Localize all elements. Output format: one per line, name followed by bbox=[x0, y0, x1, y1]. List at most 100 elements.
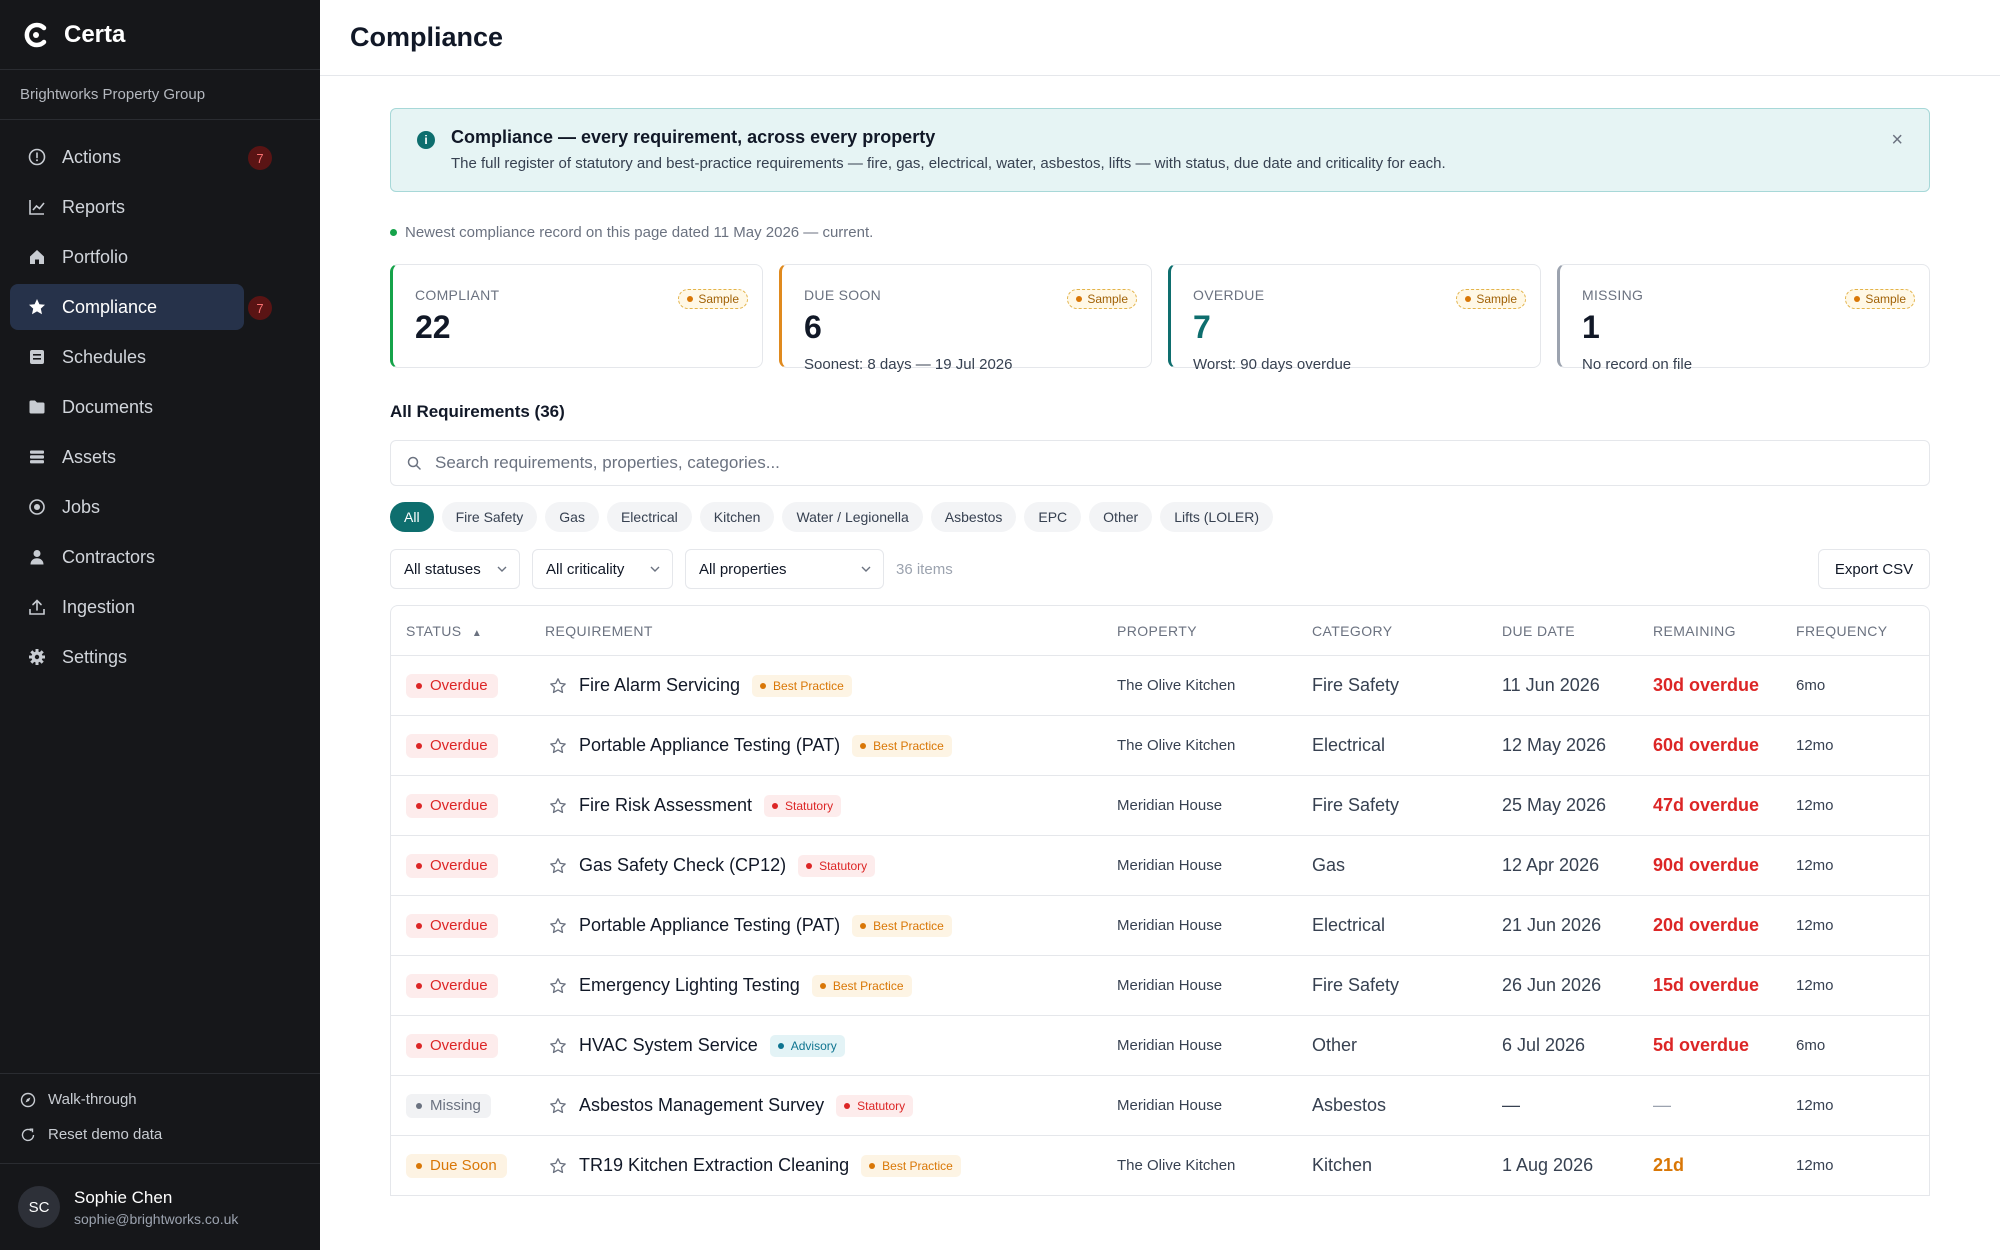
table-row[interactable]: Overdue HVAC System Service Advisory Meridi… bbox=[391, 1016, 1929, 1076]
criticality-tag: Best Practice bbox=[811, 974, 912, 997]
col-category[interactable]: CATEGORY bbox=[1312, 623, 1502, 639]
requirement-name[interactable]: Fire Risk Assessment bbox=[579, 795, 752, 816]
chip-other[interactable]: Other bbox=[1089, 502, 1153, 532]
status-badge: Overdue bbox=[406, 853, 498, 878]
chevron-down-icon bbox=[650, 566, 660, 572]
col-property[interactable]: PROPERTY bbox=[1117, 623, 1312, 639]
requirement-name[interactable]: Emergency Lighting Testing bbox=[579, 975, 800, 996]
close-icon[interactable]: × bbox=[1891, 129, 1903, 152]
remaining-cell: 15d overdue bbox=[1653, 975, 1760, 995]
criticality-tag: Best Practice bbox=[861, 1154, 961, 1177]
status-cell: Due Soon bbox=[391, 1153, 545, 1178]
stat-subtext: No record on file bbox=[1582, 356, 1693, 373]
star-outline-icon[interactable] bbox=[549, 737, 567, 755]
nav-item-compliance[interactable]: Compliance 7 bbox=[10, 284, 272, 330]
nav-item-settings[interactable]: Settings bbox=[10, 634, 310, 680]
table-row[interactable]: Overdue Fire Risk Assessment Statutory Meri… bbox=[391, 776, 1929, 836]
star-outline-icon[interactable] bbox=[549, 797, 567, 815]
reset-demo-link[interactable]: Reset demo data bbox=[0, 1117, 320, 1152]
stat-card-compliant[interactable]: COMPLIANT 22 Sample bbox=[390, 264, 763, 368]
requirement-name[interactable]: Gas Safety Check (CP12) bbox=[579, 855, 786, 876]
chip-all[interactable]: All bbox=[390, 502, 434, 532]
chip-fire-safety[interactable]: Fire Safety bbox=[441, 502, 538, 532]
stat-value: 6 bbox=[804, 309, 822, 345]
requirements-table: STATUS ▲ REQUIREMENT PROPERTY CATEGORY D… bbox=[390, 605, 1930, 1196]
col-remaining[interactable]: REMAINING bbox=[1653, 623, 1796, 639]
table-row[interactable]: Missing Asbestos Management Survey Statuto… bbox=[391, 1076, 1929, 1136]
status-filter-select[interactable]: All statuses bbox=[390, 549, 520, 589]
star-outline-icon[interactable] bbox=[549, 917, 567, 935]
star-outline-icon[interactable] bbox=[549, 857, 567, 875]
nav-item-documents[interactable]: Documents bbox=[10, 384, 310, 430]
search-input[interactable] bbox=[435, 453, 1835, 473]
property-cell: Meridian House bbox=[1117, 1037, 1223, 1054]
stat-card-due-soon[interactable]: DUE SOON 6 Soonest: 8 days — 19 Jul 2026… bbox=[779, 264, 1152, 373]
stat-card-overdue[interactable]: OVERDUE 7 Worst: 90 days overdue Sample bbox=[1168, 264, 1541, 373]
page-title: Compliance bbox=[350, 22, 504, 52]
status-badge: Overdue bbox=[406, 673, 498, 698]
requirement-name[interactable]: HVAC System Service bbox=[579, 1035, 758, 1056]
tag-dot-icon bbox=[844, 1102, 851, 1109]
requirement-name[interactable]: Portable Appliance Testing (PAT) bbox=[579, 735, 840, 756]
requirement-name[interactable]: TR19 Kitchen Extraction Cleaning bbox=[579, 1155, 849, 1176]
criticality-filter-select[interactable]: All criticality bbox=[532, 549, 673, 589]
table-row[interactable]: Overdue Gas Safety Check (CP12) Statutory M… bbox=[391, 836, 1929, 896]
main-nav: Actions 7 Reports Portfolio Compliance 7… bbox=[0, 120, 320, 680]
user-profile[interactable]: SC Sophie Chen sophie@brightworks.co.uk bbox=[0, 1163, 320, 1250]
nav-item-portfolio[interactable]: Portfolio bbox=[10, 234, 310, 280]
tag-dot-icon bbox=[772, 802, 779, 809]
properties-filter-select[interactable]: All properties bbox=[685, 549, 884, 589]
requirement-name[interactable]: Fire Alarm Servicing bbox=[579, 675, 740, 696]
chip-electrical[interactable]: Electrical bbox=[606, 502, 692, 532]
nav-item-actions[interactable]: Actions 7 bbox=[10, 134, 310, 180]
requirement-cell: HVAC System Service Advisory bbox=[545, 1034, 1117, 1057]
nav-item-contractors[interactable]: Contractors bbox=[10, 534, 310, 580]
brand[interactable]: Certa bbox=[0, 0, 320, 70]
table-row[interactable]: Overdue Emergency Lighting Testing Best Pr… bbox=[391, 956, 1929, 1016]
nav-item-ingestion[interactable]: Ingestion bbox=[10, 584, 310, 630]
col-requirement[interactable]: REQUIREMENT bbox=[545, 623, 1117, 639]
status-filter-value: All statuses bbox=[404, 560, 481, 578]
nav-item-jobs[interactable]: Jobs bbox=[10, 484, 310, 530]
banner-text: The full register of statutory and best-… bbox=[451, 155, 1446, 172]
col-due-date[interactable]: DUE DATE bbox=[1502, 623, 1653, 639]
requirement-name[interactable]: Asbestos Management Survey bbox=[579, 1095, 824, 1116]
table-row[interactable]: Overdue Portable Appliance Testing (PAT) B… bbox=[391, 716, 1929, 776]
stat-value: 22 bbox=[415, 309, 451, 345]
star-outline-icon[interactable] bbox=[549, 977, 567, 995]
nav-item-schedules[interactable]: Schedules bbox=[10, 334, 310, 380]
filter-bar: All statuses All criticality All propert… bbox=[390, 548, 1930, 590]
col-status[interactable]: STATUS ▲ bbox=[391, 623, 545, 639]
tag-dot-icon bbox=[819, 982, 826, 989]
chip-epc[interactable]: EPC bbox=[1024, 502, 1082, 532]
chip-gas[interactable]: Gas bbox=[545, 502, 599, 532]
chip-asbestos[interactable]: Asbestos bbox=[930, 502, 1017, 532]
star-outline-icon[interactable] bbox=[549, 1097, 567, 1115]
chip-lifts[interactable]: Lifts (LOLER) bbox=[1160, 502, 1273, 532]
export-csv-button[interactable]: Export CSV bbox=[1818, 549, 1930, 589]
table-row[interactable]: Overdue Fire Alarm Servicing Best Practice… bbox=[391, 656, 1929, 716]
stat-card-missing[interactable]: MISSING 1 No record on file Sample bbox=[1557, 264, 1930, 373]
requirement-name[interactable]: Portable Appliance Testing (PAT) bbox=[579, 915, 840, 936]
chip-water-legionella[interactable]: Water / Legionella bbox=[782, 502, 923, 532]
nav-label: Contractors bbox=[62, 546, 156, 567]
status-badge: Overdue bbox=[406, 1033, 498, 1058]
star-outline-icon[interactable] bbox=[549, 1037, 567, 1055]
status-cell: Overdue bbox=[391, 913, 545, 938]
tag-dot-icon bbox=[760, 682, 767, 689]
walkthrough-link[interactable]: Walk-through bbox=[0, 1082, 320, 1117]
star-outline-icon[interactable] bbox=[549, 677, 567, 695]
frequency-cell: 12mo bbox=[1796, 737, 1834, 754]
nav-item-assets[interactable]: Assets bbox=[10, 434, 310, 480]
status-badge: Overdue bbox=[406, 913, 498, 938]
org-name[interactable]: Brightworks Property Group bbox=[0, 70, 320, 120]
table-row[interactable]: Due Soon TR19 Kitchen Extraction Cleaning… bbox=[391, 1136, 1929, 1196]
nav-label: Ingestion bbox=[62, 596, 136, 617]
frequency-cell: 6mo bbox=[1796, 677, 1826, 694]
col-frequency[interactable]: FREQUENCY bbox=[1796, 623, 1916, 639]
chip-kitchen[interactable]: Kitchen bbox=[699, 502, 775, 532]
table-row[interactable]: Overdue Portable Appliance Testing (PAT) B… bbox=[391, 896, 1929, 956]
tag-dot-icon bbox=[860, 922, 867, 929]
nav-item-reports[interactable]: Reports bbox=[10, 184, 310, 230]
star-outline-icon[interactable] bbox=[549, 1157, 567, 1175]
